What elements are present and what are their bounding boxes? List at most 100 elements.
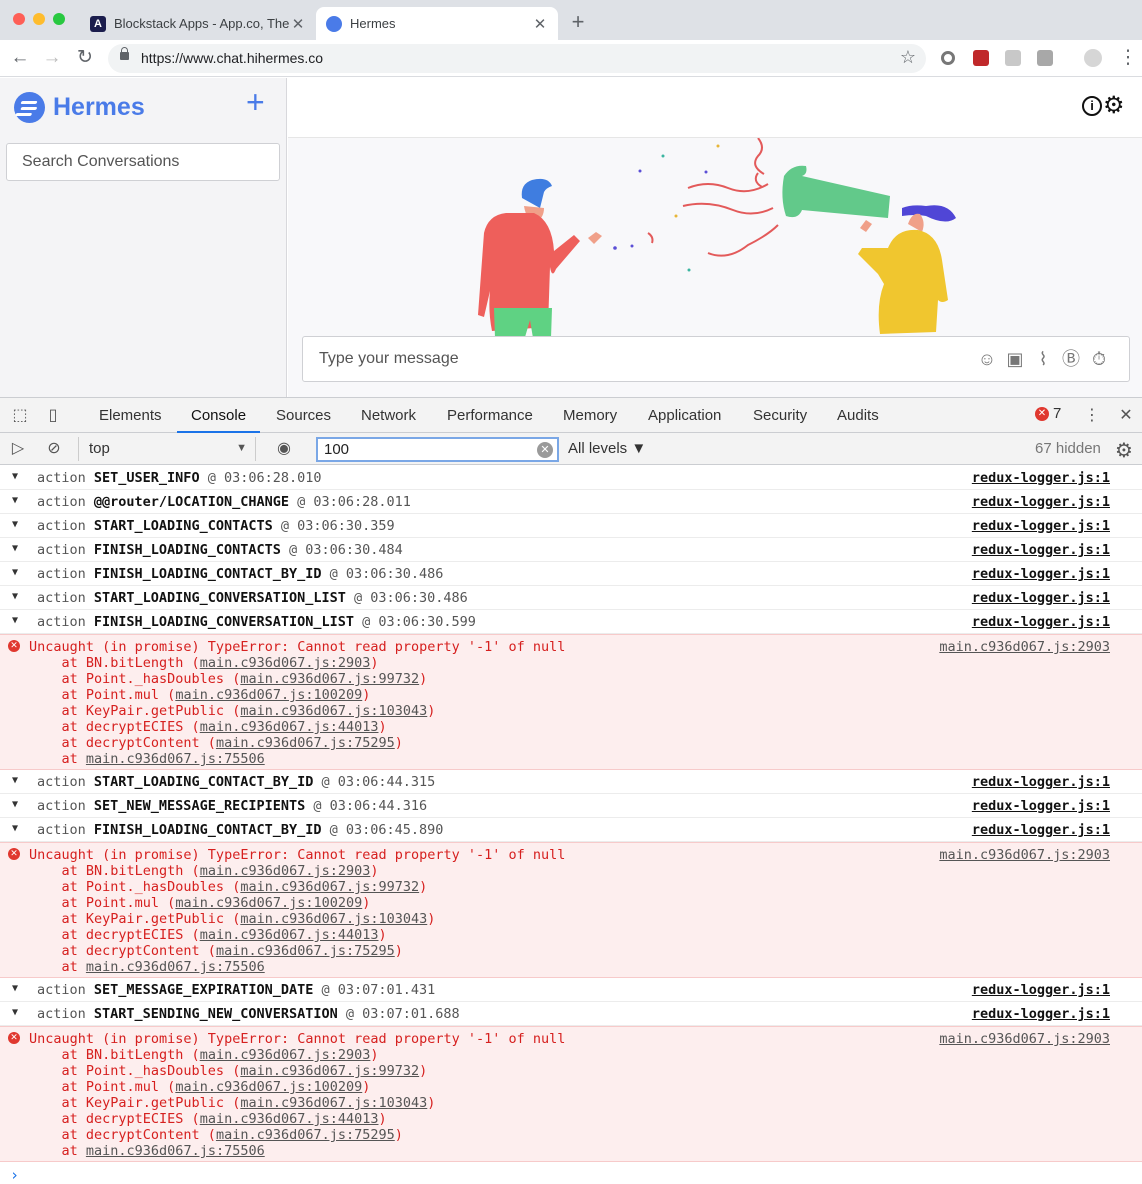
stack-frame-link[interactable]: main.c936d067.js:100209	[175, 1079, 362, 1095]
console-action-row[interactable]: ▼ action START_LOADING_CONVERSATION_LIST …	[0, 586, 1142, 610]
stack-frame-link[interactable]: main.c936d067.js:44013	[200, 927, 379, 943]
inspect-element-icon[interactable]: ⬚	[10, 406, 30, 426]
expand-triangle-icon[interactable]: ▼	[12, 615, 18, 626]
console-action-row[interactable]: ▼ action FINISH_LOADING_CONVERSATION_LIST…	[0, 610, 1142, 634]
stack-frame-link[interactable]: main.c936d067.js:103043	[240, 1095, 427, 1111]
browser-tab-blockstack[interactable]: A Blockstack Apps - App.co, The ✕	[80, 7, 316, 40]
expand-triangle-icon[interactable]: ▼	[12, 519, 18, 530]
tab-elements[interactable]: Elements	[99, 398, 162, 433]
source-link[interactable]: main.c936d067.js:2903	[939, 1031, 1110, 1047]
stack-frame-link[interactable]: main.c936d067.js:100209	[175, 895, 362, 911]
expand-triangle-icon[interactable]: ▼	[12, 495, 18, 506]
console-action-row[interactable]: ▼ action SET_NEW_MESSAGE_RECIPIENTS @ 03:…	[0, 794, 1142, 818]
tab-sources[interactable]: Sources	[276, 398, 331, 433]
tab-application[interactable]: Application	[648, 398, 721, 433]
stack-frame-link[interactable]: main.c936d067.js:2903	[200, 1047, 371, 1063]
stack-frame-link[interactable]: main.c936d067.js:103043	[240, 703, 427, 719]
source-link[interactable]: redux-logger.js:1	[972, 470, 1110, 486]
source-link[interactable]: redux-logger.js:1	[972, 1006, 1110, 1022]
expand-triangle-icon[interactable]: ▼	[12, 543, 18, 554]
tab-memory[interactable]: Memory	[563, 398, 617, 433]
context-selector[interactable]: top ▼	[78, 437, 256, 461]
clear-console-icon[interactable]: ⊘	[44, 439, 64, 459]
info-icon[interactable]: i	[1082, 96, 1102, 116]
expand-triangle-icon[interactable]: ▼	[12, 471, 18, 482]
console-action-row[interactable]: ▼ action FINISH_LOADING_CONTACTS @ 03:06:…	[0, 538, 1142, 562]
timer-icon[interactable]: ⏱	[1088, 348, 1110, 370]
close-tab-icon[interactable]: ✕	[290, 15, 306, 33]
expand-triangle-icon[interactable]: ▼	[12, 775, 18, 786]
show-sidebar-icon[interactable]: ▷	[8, 439, 28, 459]
profile-avatar[interactable]	[1084, 49, 1102, 67]
message-input[interactable]: Type your message	[319, 350, 459, 368]
zoom-window-button[interactable]	[53, 13, 65, 25]
expand-triangle-icon[interactable]: ▼	[12, 799, 18, 810]
console-filter-input[interactable]: 100 ✕	[316, 437, 559, 462]
stack-frame-link[interactable]: main.c936d067.js:44013	[200, 1111, 379, 1127]
console-action-row[interactable]: ▼ action START_LOADING_CONTACTS @ 03:06:3…	[0, 514, 1142, 538]
stack-frame-link[interactable]: main.c936d067.js:99732	[240, 879, 419, 895]
source-link[interactable]: redux-logger.js:1	[972, 542, 1110, 558]
stack-frame-link[interactable]: main.c936d067.js:44013	[200, 719, 379, 735]
close-tab-icon[interactable]: ✕	[532, 15, 548, 33]
device-toolbar-icon[interactable]: ▯	[43, 406, 63, 426]
stack-frame-link[interactable]: main.c936d067.js:100209	[175, 687, 362, 703]
source-link[interactable]: main.c936d067.js:2903	[939, 639, 1110, 655]
attachment-icon[interactable]: ⌇	[1032, 348, 1054, 370]
source-link[interactable]: redux-logger.js:1	[972, 822, 1110, 838]
console-action-row[interactable]: ▼ action FINISH_LOADING_CONTACT_BY_ID @ 0…	[0, 562, 1142, 586]
console-settings-gear-icon[interactable]: ⚙	[1115, 438, 1133, 463]
source-link[interactable]: redux-logger.js:1	[972, 566, 1110, 582]
expand-triangle-icon[interactable]: ▼	[12, 1007, 18, 1018]
new-tab-button[interactable]: +	[566, 10, 590, 34]
stack-frame-link[interactable]: main.c936d067.js:75295	[216, 943, 395, 959]
console-action-row[interactable]: ▼ action START_SENDING_NEW_CONVERSATION @…	[0, 1002, 1142, 1026]
tab-security[interactable]: Security	[753, 398, 807, 433]
source-link[interactable]: redux-logger.js:1	[972, 798, 1110, 814]
browser-menu-icon[interactable]: ⋮	[1116, 46, 1140, 70]
bookmark-star-icon[interactable]: ☆	[900, 47, 916, 68]
console-action-row[interactable]: ▼ action @@router/LOCATION_CHANGE @ 03:06…	[0, 490, 1142, 514]
log-levels-dropdown[interactable]: All levels ▼	[568, 440, 646, 457]
console-action-row[interactable]: ▼ action FINISH_LOADING_CONTACT_BY_ID @ 0…	[0, 818, 1142, 842]
forward-arrow-icon[interactable]: →	[40, 46, 64, 70]
stack-frame-link[interactable]: main.c936d067.js:99732	[240, 1063, 419, 1079]
stack-frame-link[interactable]: main.c936d067.js:75295	[216, 1127, 395, 1143]
source-link[interactable]: redux-logger.js:1	[972, 590, 1110, 606]
address-bar[interactable]: https://www.chat.hihermes.co ☆	[108, 44, 926, 73]
source-link[interactable]: redux-logger.js:1	[972, 518, 1110, 534]
new-conversation-button[interactable]: +	[246, 86, 265, 118]
source-link[interactable]: redux-logger.js:1	[972, 982, 1110, 998]
browser-tab-hermes[interactable]: Hermes ✕	[316, 7, 558, 40]
bitcoin-icon[interactable]: Ⓑ	[1060, 348, 1082, 370]
tab-performance[interactable]: Performance	[447, 398, 533, 433]
error-count-icon[interactable]: ✕	[1035, 407, 1049, 421]
search-conversations-input[interactable]: Search Conversations	[6, 143, 280, 181]
live-expression-eye-icon[interactable]: ◉	[274, 439, 294, 459]
expand-triangle-icon[interactable]: ▼	[12, 567, 18, 578]
source-link[interactable]: redux-logger.js:1	[972, 494, 1110, 510]
clear-filter-icon[interactable]: ✕	[537, 442, 553, 458]
stack-frame-link[interactable]: main.c936d067.js:75295	[216, 735, 395, 751]
stack-frame-link[interactable]: main.c936d067.js:75506	[86, 959, 265, 975]
source-link[interactable]: main.c936d067.js:2903	[939, 847, 1110, 863]
stack-frame-link[interactable]: main.c936d067.js:75506	[86, 1143, 265, 1159]
cors-extension-icon[interactable]	[973, 50, 989, 66]
send-extension-icon[interactable]	[1037, 50, 1053, 66]
console-action-row[interactable]: ▼ action SET_USER_INFO @ 03:06:28.010 redu…	[0, 466, 1142, 490]
error-count[interactable]: 7	[1053, 405, 1061, 422]
stack-frame-link[interactable]: main.c936d067.js:103043	[240, 911, 427, 927]
expand-triangle-icon[interactable]: ▼	[12, 983, 18, 994]
message-composer[interactable]: Type your message ☺ ▣ ⌇ Ⓑ ⏱	[302, 336, 1130, 382]
reload-icon[interactable]: ↻	[73, 46, 97, 70]
emoji-icon[interactable]: ☺	[976, 348, 998, 370]
close-devtools-icon[interactable]: ✕	[1116, 406, 1136, 426]
console-action-row[interactable]: ▼ action SET_MESSAGE_EXPIRATION_DATE @ 03…	[0, 978, 1142, 1002]
console-prompt-icon[interactable]: ›	[10, 1166, 19, 1184]
extension-circle-icon[interactable]	[941, 51, 955, 65]
minimize-window-button[interactable]	[33, 13, 45, 25]
expand-triangle-icon[interactable]: ▼	[12, 591, 18, 602]
stack-frame-link[interactable]: main.c936d067.js:75506	[86, 751, 265, 767]
devtools-menu-icon[interactable]: ⋮	[1082, 406, 1102, 426]
stack-frame-link[interactable]: main.c936d067.js:99732	[240, 671, 419, 687]
